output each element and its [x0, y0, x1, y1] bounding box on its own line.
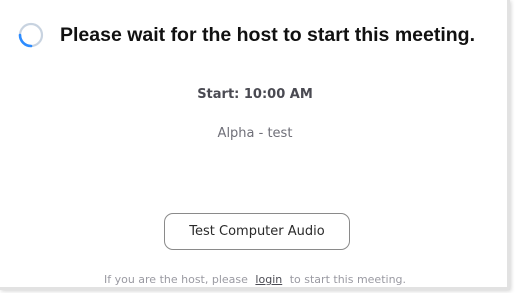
waiting-room-window: Please wait for the host to start this m… — [0, 0, 510, 290]
page-title: Please wait for the host to start this m… — [60, 23, 475, 46]
waiting-header: Please wait for the host to start this m… — [18, 22, 475, 48]
meeting-name: Alpha - test — [217, 126, 293, 141]
login-link[interactable]: login — [255, 273, 282, 286]
host-prompt-suffix: to start this meeting. — [289, 273, 407, 286]
host-login-prompt: If you are the host, please login to sta… — [0, 273, 510, 286]
loading-spinner-icon — [18, 22, 44, 48]
meeting-start-time: Start: 10:00 AM — [197, 87, 313, 102]
test-computer-audio-button[interactable]: Test Computer Audio — [164, 213, 350, 250]
host-prompt-prefix: If you are the host, please — [103, 273, 248, 286]
